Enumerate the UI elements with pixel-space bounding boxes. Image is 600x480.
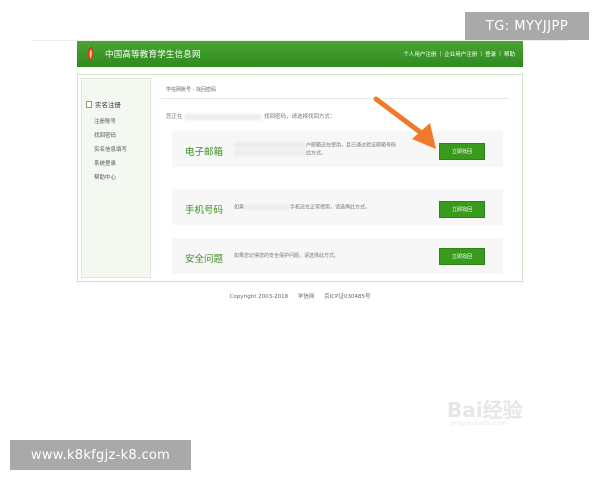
option-email-title: 电子邮箱 [185, 147, 224, 158]
orange-arrow-icon [373, 96, 436, 149]
intro-end: 找回密码，请选择找回方式： [264, 114, 336, 120]
footer-site: 学信网 [297, 294, 315, 300]
option-security-question: 安全问题 如果您记得您的安全保护问题，请选择此方式。 立即找回 [172, 238, 503, 274]
sidebar-item-register[interactable]: 注册账号 [94, 117, 116, 125]
recover-by-email-button[interactable]: 立即找回 [439, 143, 485, 160]
site-url-badge: www.k8kfgjz-k8.com [10, 440, 191, 470]
nav-personal-register[interactable]: 个人用户注册 [401, 50, 438, 58]
watermark-text: Bai经验 [447, 398, 523, 422]
site-title: 中国高等教育学生信息网 [105, 50, 201, 60]
option-phone: 手机号码 如果 手机还在正常使用，请选择此方式。 立即找回 [172, 189, 503, 225]
blurred-account [184, 113, 263, 120]
sidebar: 实名注册 注册账号 找回密码 实名信息填写 系统登录 帮助中心 [81, 78, 151, 278]
option-security-desc: 如果您记得您的安全保护问题，请选择此方式。 [234, 253, 340, 259]
blurred-email [234, 142, 306, 148]
nav-enterprise-register[interactable]: 企业用户注册 [442, 50, 479, 58]
blurred-email-2 [234, 149, 306, 156]
nav-login[interactable]: 登录 [483, 50, 498, 58]
nav-separator: | [439, 51, 442, 57]
breadcrumb: 学信网账号 - 找回密码 [166, 87, 216, 93]
sidebar-heading: 实名注册 [86, 99, 121, 109]
site-logo-icon [83, 45, 99, 63]
recover-by-question-button[interactable]: 立即找回 [439, 248, 485, 265]
site-header: 中国高等教育学生信息网 个人用户注册 | 企业用户注册 | 登录 | 帮助 [77, 41, 523, 67]
recover-by-phone-button[interactable]: 立即找回 [439, 201, 485, 218]
sidebar-item-recover-password[interactable]: 找回密码 [94, 131, 116, 139]
document-icon [86, 100, 92, 108]
intro-text: 您正在 找回密码，请选择找回方式： [166, 112, 336, 120]
intro-start: 您正在 [166, 114, 183, 120]
sidebar-item-login[interactable]: 系统登录 [94, 159, 116, 167]
nav-separator: | [499, 51, 501, 57]
watermark-sub: jingyan.baidu.com [451, 420, 507, 427]
option-security-title: 安全问题 [185, 254, 224, 265]
sidebar-item-help[interactable]: 帮助中心 [94, 173, 116, 181]
blurred-phone [244, 204, 291, 210]
footer-copyright: Copyright 2003-2018 [229, 294, 289, 300]
sidebar-heading-label: 实名注册 [95, 101, 121, 109]
breadcrumb-divider [161, 98, 509, 99]
content-area: 学信网账号 - 找回密码 您正在 找回密码，请选择找回方式： 电子邮箱 户邮箱还… [161, 78, 517, 278]
main-panel: 实名注册 注册账号 找回密码 实名信息填写 系统登录 帮助中心 学信网账号 - … [77, 74, 523, 282]
option-phone-desc: 如果 手机还在正常使用，请选择此方式。 [234, 204, 371, 211]
option-phone-title: 手机号码 [185, 205, 224, 216]
sidebar-item-realname-info[interactable]: 实名信息填写 [94, 145, 127, 153]
top-nav: 个人用户注册 | 企业用户注册 | 登录 | 帮助 [401, 41, 517, 67]
tg-badge: TG: MYYJJPP [465, 12, 589, 40]
baidu-watermark: Bai经验 jingyan.baidu.com [447, 384, 557, 432]
nav-help[interactable]: 帮助 [502, 50, 517, 58]
nav-separator: | [480, 51, 483, 57]
footer-icp: 京ICP证030485号 [324, 294, 371, 300]
option-email: 电子邮箱 户邮箱还在使用，且已通过验证邮箱号码 此方式。 立即找回 [172, 131, 503, 167]
page-footer: Copyright 2003-2018 学信网 京ICP证030485号 [0, 292, 600, 300]
